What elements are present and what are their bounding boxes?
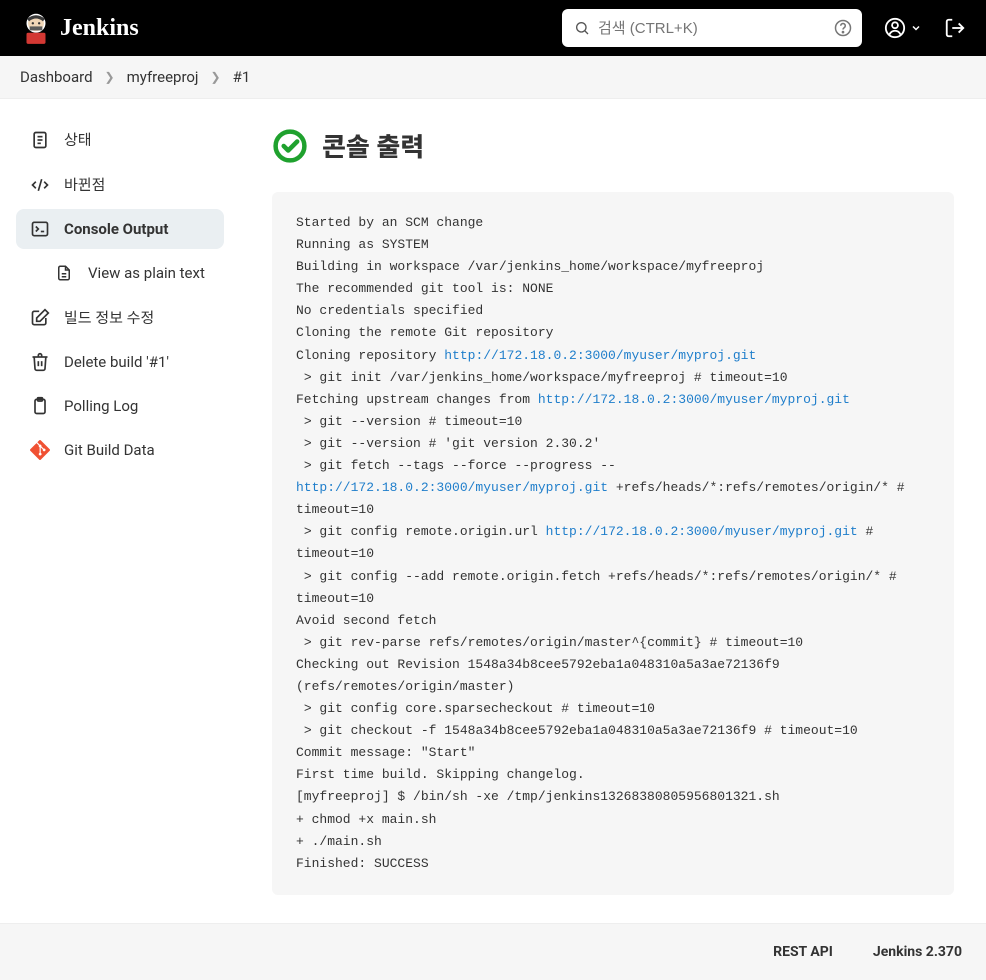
console-line: Fetching upstream changes from http://17…	[296, 389, 930, 411]
sidebar-item-polling-log[interactable]: Polling Log	[16, 386, 224, 426]
search-icon	[574, 20, 590, 36]
breadcrumb-item[interactable]: #1	[233, 68, 251, 86]
success-icon	[272, 128, 308, 164]
sidebar-item-label: 빌드 정보 수정	[64, 307, 154, 328]
console-line: Started by an SCM change	[296, 212, 930, 234]
sidebar-item-label: Polling Log	[64, 397, 138, 415]
footer: REST API Jenkins 2.370	[0, 923, 986, 980]
console-line: Running as SYSTEM	[296, 234, 930, 256]
breadcrumb-item[interactable]: Dashboard	[20, 68, 93, 86]
clipboard-icon	[30, 396, 50, 416]
console-link[interactable]: http://172.18.0.2:3000/myuser/myproj.git	[444, 348, 756, 363]
console-line: > git config remote.origin.url http://17…	[296, 521, 930, 565]
page-title-row: 콘솔 출력	[272, 127, 954, 164]
sidebar-item-label: 바뀐점	[64, 174, 105, 195]
sidebar-item-label: Console Output	[64, 220, 168, 238]
sidebar-item-label: Delete build '#1'	[64, 353, 169, 371]
sidebar-item-console-output[interactable]: Console Output	[16, 209, 224, 249]
sidebar-item-label: View as plain text	[88, 264, 205, 282]
git-icon	[30, 440, 50, 460]
console-line: [myfreeproj] $ /bin/sh -xe /tmp/jenkins1…	[296, 786, 930, 808]
breadcrumb: Dashboard ❯ myfreeproj ❯ #1	[0, 56, 986, 99]
chevron-right-icon: ❯	[105, 70, 115, 84]
jenkins-logo-icon	[20, 9, 52, 47]
console-line: > git --version # timeout=10	[296, 411, 930, 433]
console-link[interactable]: http://172.18.0.2:3000/myuser/myproj.git	[546, 524, 858, 539]
console-line: + chmod +x main.sh	[296, 809, 930, 831]
console-line: > git config --add remote.origin.fetch +…	[296, 566, 930, 610]
rest-api-link[interactable]: REST API	[773, 944, 833, 960]
console-line: No credentials specified	[296, 300, 930, 322]
sidebar-item-changes[interactable]: 바뀐점	[16, 164, 224, 205]
console-line: Commit message: "Start"	[296, 742, 930, 764]
chevron-right-icon: ❯	[211, 70, 221, 84]
logout-button[interactable]	[944, 17, 966, 39]
console-line: > git checkout -f 1548a34b8cee5792eba1a0…	[296, 720, 930, 742]
header: Jenkins	[0, 0, 986, 56]
trash-icon	[30, 352, 50, 372]
terminal-icon	[30, 219, 50, 239]
brand-text: Jenkins	[60, 15, 139, 42]
console-link[interactable]: http://172.18.0.2:3000/myuser/myproj.git	[296, 480, 608, 495]
sidebar-item-view-plain[interactable]: View as plain text	[16, 253, 224, 293]
help-icon[interactable]	[834, 19, 852, 37]
console-line: > git init /var/jenkins_home/workspace/m…	[296, 367, 930, 389]
logo[interactable]: Jenkins	[20, 9, 139, 47]
console-line: Cloning the remote Git repository	[296, 322, 930, 344]
console-line: > git fetch --tags --force --progress --…	[296, 455, 930, 521]
chevron-down-icon	[910, 22, 922, 34]
console-line: Avoid second fetch	[296, 610, 930, 632]
console-link[interactable]: http://172.18.0.2:3000/myuser/myproj.git	[538, 392, 850, 407]
console-line: The recommended git tool is: NONE	[296, 278, 930, 300]
code-icon	[30, 175, 50, 195]
sidebar-item-label: Git Build Data	[64, 441, 155, 459]
sidebar-item-delete-build[interactable]: Delete build '#1'	[16, 342, 224, 382]
console-line: + ./main.sh	[296, 831, 930, 853]
console-line: First time build. Skipping changelog.	[296, 764, 930, 786]
edit-icon	[30, 308, 50, 328]
console-output: Started by an SCM changeRunning as SYSTE…	[272, 192, 954, 895]
sidebar: 상태 바뀐점 Console Output View as plain text…	[0, 99, 240, 923]
console-line: Building in workspace /var/jenkins_home/…	[296, 256, 930, 278]
console-line: > git rev-parse refs/remotes/origin/mast…	[296, 632, 930, 654]
content: 콘솔 출력 Started by an SCM changeRunning as…	[240, 99, 986, 923]
page-title: 콘솔 출력	[322, 127, 424, 164]
logout-icon	[944, 17, 966, 39]
sidebar-item-label: 상태	[64, 129, 92, 150]
sidebar-item-git-data[interactable]: Git Build Data	[16, 430, 224, 470]
sidebar-item-edit-build[interactable]: 빌드 정보 수정	[16, 297, 224, 338]
document-icon	[30, 130, 50, 150]
user-menu[interactable]	[884, 17, 922, 39]
breadcrumb-item[interactable]: myfreeproj	[127, 68, 199, 86]
console-line: Finished: SUCCESS	[296, 853, 930, 875]
console-line: > git --version # 'git version 2.30.2'	[296, 433, 930, 455]
console-line: > git config core.sparsecheckout # timeo…	[296, 698, 930, 720]
version-text: Jenkins 2.370	[873, 944, 962, 960]
search-input-wrap[interactable]	[562, 9, 862, 47]
console-line: Checking out Revision 1548a34b8cee5792eb…	[296, 654, 930, 698]
console-line: Cloning repository http://172.18.0.2:300…	[296, 345, 930, 367]
user-icon	[884, 17, 906, 39]
search-input[interactable]	[598, 20, 824, 37]
file-icon	[54, 263, 74, 283]
sidebar-item-status[interactable]: 상태	[16, 119, 224, 160]
